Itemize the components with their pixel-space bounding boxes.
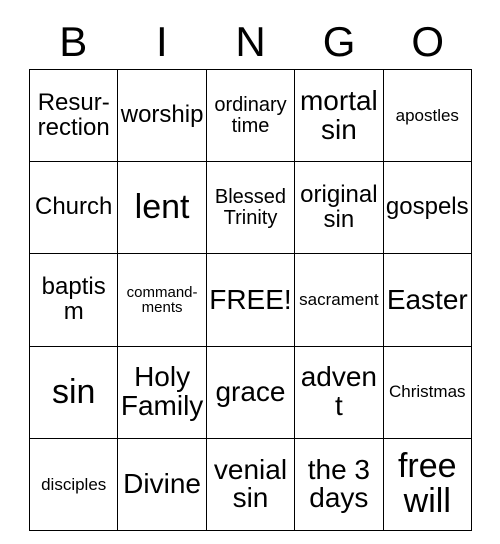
bingo-cell-label: venial sin xyxy=(213,453,288,514)
bingo-cell[interactable]: Blessed Trinity xyxy=(205,161,296,255)
bingo-cell-label: Blessed Trinity xyxy=(214,186,287,229)
bingo-header-letter-g: G xyxy=(322,17,356,65)
bingo-cell[interactable]: original sin xyxy=(294,161,384,255)
bingo-header-letter-b: B xyxy=(59,17,88,65)
bingo-cell[interactable]: the 3 days xyxy=(294,437,384,531)
bingo-cell-label: disciples xyxy=(41,474,107,494)
bingo-cell[interactable]: mortal sin xyxy=(294,68,384,163)
bingo-cell[interactable]: gospels xyxy=(382,161,473,255)
bingo-cell-label: original sin xyxy=(300,181,378,233)
bingo-cell-label: gospels xyxy=(385,193,469,221)
bingo-header-row: B I N G O xyxy=(29,14,472,69)
bingo-cell-label: Resur- rection xyxy=(37,88,110,141)
bingo-row: baptism command- ments FREE! sacrament E… xyxy=(28,253,473,347)
bingo-cell-label: grace xyxy=(215,375,286,407)
bingo-cell[interactable]: sacrament xyxy=(294,253,384,347)
bingo-cell-label: Divine xyxy=(123,467,201,499)
bingo-cell[interactable]: Divine xyxy=(117,437,207,531)
bingo-cell-label: Easter xyxy=(386,283,468,315)
bingo-row: sin Holy Family grace advent Christmas xyxy=(28,345,473,439)
bingo-card: B I N G O Resur- rection worship ordinar… xyxy=(0,0,500,544)
bingo-cell[interactable]: Holy Family xyxy=(117,345,207,439)
bingo-cell[interactable]: command- ments xyxy=(117,253,207,347)
bingo-cell-label: free will xyxy=(397,447,457,521)
bingo-cell-label: Christmas xyxy=(389,382,466,402)
bingo-cell-label: command- ments xyxy=(126,283,198,316)
bingo-cell[interactable]: sin xyxy=(28,345,119,439)
bingo-cell[interactable]: Christmas xyxy=(382,345,473,439)
bingo-cell[interactable]: worship xyxy=(117,68,207,163)
bingo-row: Resur- rection worship ordinary time mor… xyxy=(28,68,473,163)
bingo-cell-label: apostles xyxy=(395,105,459,125)
bingo-cell-label: sin xyxy=(51,372,96,411)
bingo-cell[interactable]: lent xyxy=(117,161,207,255)
bingo-cell[interactable]: apostles xyxy=(382,68,473,163)
bingo-cell-label: ordinary time xyxy=(214,94,287,137)
bingo-row: Church lent Blessed Trinity original sin… xyxy=(28,161,473,255)
bingo-cell[interactable]: baptism xyxy=(28,253,119,347)
bingo-cell[interactable]: Easter xyxy=(382,253,473,347)
bingo-cell-label: Holy Family xyxy=(120,361,204,422)
bingo-cell[interactable]: Resur- rection xyxy=(28,68,119,163)
bingo-cell[interactable]: disciples xyxy=(28,437,119,531)
bingo-cell-label: Church xyxy=(35,193,113,221)
bingo-cell[interactable]: venial sin xyxy=(205,437,296,531)
bingo-cell[interactable]: Church xyxy=(28,161,119,255)
bingo-cell-label: the 3 days xyxy=(307,453,370,514)
bingo-cell-label: lent xyxy=(134,188,190,227)
bingo-header-letter-o: O xyxy=(411,17,444,65)
bingo-cell[interactable]: free will xyxy=(382,437,473,531)
bingo-cell[interactable]: ordinary time xyxy=(205,68,296,163)
bingo-cell-free[interactable]: FREE! xyxy=(205,253,296,347)
bingo-cell-label: advent xyxy=(300,361,378,422)
bingo-header-letter-i: I xyxy=(156,17,168,65)
bingo-cell-label: mortal sin xyxy=(299,84,378,145)
bingo-cell[interactable]: advent xyxy=(294,345,384,439)
bingo-cell[interactable]: grace xyxy=(205,345,296,439)
bingo-cell-label: FREE! xyxy=(209,283,292,315)
bingo-grid: Resur- rection worship ordinary time mor… xyxy=(28,68,473,531)
bingo-header-letter-n: N xyxy=(235,17,266,65)
bingo-cell-label: baptism xyxy=(41,273,106,325)
bingo-cell-label: worship xyxy=(120,101,204,129)
bingo-cell-label: sacrament xyxy=(299,290,379,310)
bingo-row: disciples Divine venial sin the 3 days f… xyxy=(28,437,473,531)
